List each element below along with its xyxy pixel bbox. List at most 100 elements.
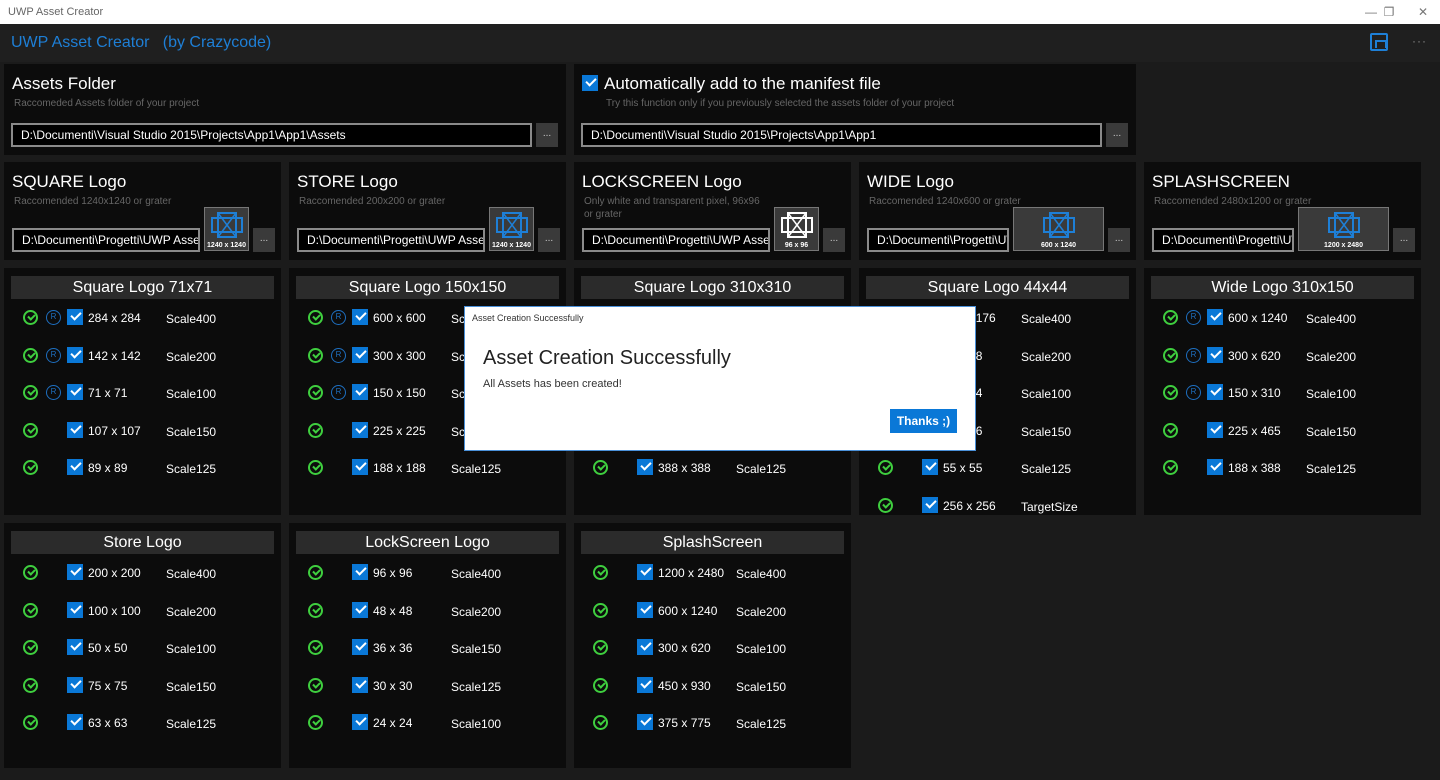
asset-size: 300 x 620 bbox=[658, 641, 711, 655]
asset-group-panel: SplashScreen 1200 x 2480 Scale400 600 x 124… bbox=[574, 523, 851, 768]
asset-checkbox[interactable] bbox=[922, 496, 938, 513]
asset-checkbox[interactable] bbox=[637, 601, 653, 618]
asset-checkbox[interactable] bbox=[67, 714, 83, 730]
assets-folder-input[interactable]: D:\Documenti\Visual Studio 2015\Projects… bbox=[11, 123, 532, 147]
source-panel: WIDE Logo Raccomended 1240x600 or grater D… bbox=[859, 162, 1136, 260]
asset-group-panel: LockScreen Logo 96 x 96 Scale400 48 x 48 Sca… bbox=[289, 523, 566, 768]
asset-checkbox[interactable] bbox=[352, 421, 368, 438]
asset-checkbox[interactable] bbox=[352, 639, 368, 655]
asset-scale: Scale150 bbox=[736, 679, 787, 694]
close-button[interactable]: ✕ bbox=[1400, 0, 1440, 24]
asset-checkbox[interactable] bbox=[637, 564, 653, 580]
asset-checkbox[interactable] bbox=[67, 601, 83, 618]
asset-checkbox[interactable] bbox=[67, 564, 83, 580]
asset-scale: Scale100 bbox=[166, 642, 217, 656]
manifest-path-input[interactable]: D:\Documenti\Visual Studio 2015\Projects… bbox=[581, 123, 1102, 147]
manifest-browse-button[interactable]: ... bbox=[1106, 123, 1128, 147]
asset-checkbox[interactable] bbox=[67, 459, 83, 475]
asset-row: 75 x 75 Scale150 bbox=[4, 676, 281, 696]
source-browse-button[interactable]: ... bbox=[253, 228, 275, 252]
asset-checkbox[interactable] bbox=[922, 459, 938, 475]
asset-group-title: Square Logo 44x44 bbox=[866, 276, 1129, 299]
source-browse-button[interactable]: ... bbox=[1108, 228, 1130, 252]
check-circle-icon bbox=[1163, 347, 1178, 363]
asset-checkbox[interactable] bbox=[67, 346, 83, 363]
assets-folder-title: Assets Folder bbox=[12, 74, 116, 93]
check-circle-icon bbox=[23, 677, 38, 693]
required-icon: R bbox=[1186, 347, 1201, 363]
required-icon: R bbox=[1186, 310, 1201, 325]
asset-row: 200 x 200 Scale400 bbox=[4, 563, 281, 583]
source-thumbnail[interactable]: 1240 x 1240 bbox=[204, 207, 249, 251]
manifest-checkbox[interactable] bbox=[582, 75, 598, 91]
asset-checkbox[interactable] bbox=[637, 714, 653, 730]
required-icon: R bbox=[46, 310, 61, 325]
more-button[interactable]: ··· bbox=[1412, 34, 1427, 48]
asset-scale: Scale100 bbox=[166, 387, 217, 401]
asset-size: 600 x 1240 bbox=[1228, 311, 1288, 325]
asset-checkbox[interactable] bbox=[67, 309, 83, 325]
source-subtitle: Raccomended 200x200 or grater bbox=[299, 196, 446, 207]
source-browse-button[interactable]: ... bbox=[538, 228, 560, 252]
asset-checkbox[interactable] bbox=[67, 639, 83, 655]
asset-checkbox[interactable] bbox=[352, 601, 368, 618]
check-circle-icon bbox=[308, 310, 323, 325]
asset-checkbox[interactable] bbox=[1207, 346, 1223, 363]
asset-scale: Scale125 bbox=[736, 462, 787, 476]
source-thumbnail[interactable]: 1200 x 2480 bbox=[1298, 207, 1389, 251]
source-subtitle: Only white and transparent pixel, 96x96 … bbox=[584, 196, 760, 220]
assets-folder-subtitle: Raccomeded Assets folder of your project bbox=[14, 98, 200, 109]
asset-checkbox[interactable] bbox=[67, 384, 83, 400]
check-circle-icon bbox=[308, 715, 323, 730]
asset-checkbox[interactable] bbox=[352, 714, 368, 730]
asset-checkbox[interactable] bbox=[352, 676, 368, 693]
asset-checkbox[interactable] bbox=[352, 384, 368, 400]
asset-scale: Scale200 bbox=[736, 604, 787, 619]
source-browse-button[interactable]: ... bbox=[823, 228, 845, 252]
asset-checkbox[interactable] bbox=[352, 346, 368, 363]
asset-checkbox[interactable] bbox=[67, 421, 83, 438]
check-circle-icon bbox=[1163, 460, 1178, 475]
source-path-input[interactable]: D:\Documenti\Progetti\UWP Asset Creator bbox=[297, 228, 485, 252]
source-browse-button[interactable]: ... bbox=[1393, 228, 1415, 252]
source-path-input[interactable]: D:\Documenti\Progetti\UWP Asset Creator bbox=[12, 228, 200, 252]
asset-scale: Scale200 bbox=[1021, 349, 1072, 364]
asset-group-title: Store Logo bbox=[11, 531, 274, 554]
asset-checkbox[interactable] bbox=[352, 459, 368, 475]
asset-row: 375 x 775 Scale125 bbox=[574, 713, 851, 733]
assets-folder-browse-button[interactable]: ... bbox=[536, 123, 558, 147]
asset-scale: Scale400 bbox=[1306, 312, 1357, 326]
asset-checkbox[interactable] bbox=[637, 676, 653, 693]
save-icon[interactable] bbox=[1370, 33, 1388, 51]
asset-checkbox[interactable] bbox=[637, 639, 653, 655]
source-thumbnail[interactable]: 96 x 96 bbox=[774, 207, 819, 251]
asset-row: R 150 x 310 Scale100 bbox=[1144, 383, 1421, 403]
asset-scale: Scale125 bbox=[736, 717, 787, 731]
asset-checkbox[interactable] bbox=[1207, 459, 1223, 475]
source-path-input[interactable]: D:\Documenti\Progetti\UWP Asset Creator bbox=[1152, 228, 1294, 252]
source-path-input[interactable]: D:\Documenti\Progetti\UWP Asset Creator bbox=[582, 228, 770, 252]
manifest-subtitle: Try this function only if you previously… bbox=[606, 98, 955, 109]
check-circle-icon bbox=[23, 310, 38, 325]
check-circle-icon bbox=[23, 602, 38, 618]
source-path-input[interactable]: D:\Documenti\Progetti\UWP Asset Creator bbox=[867, 228, 1009, 252]
asset-checkbox[interactable] bbox=[352, 309, 368, 325]
asset-checkbox[interactable] bbox=[637, 459, 653, 475]
source-title: LOCKSCREEN Logo bbox=[582, 172, 742, 191]
asset-size: 30 x 30 bbox=[373, 678, 413, 693]
check-circle-icon bbox=[23, 640, 38, 655]
asset-scale: Scale125 bbox=[1306, 462, 1357, 476]
thanks-button[interactable]: Thanks ;) bbox=[890, 409, 957, 433]
asset-checkbox[interactable] bbox=[1207, 421, 1223, 438]
asset-checkbox[interactable] bbox=[67, 676, 83, 693]
check-circle-icon bbox=[1163, 310, 1178, 325]
asset-size: 96 x 96 bbox=[373, 566, 413, 580]
asset-checkbox[interactable] bbox=[352, 564, 368, 580]
source-thumbnail[interactable]: 600 x 1240 bbox=[1013, 207, 1104, 251]
window-titlebar: UWP Asset Creator bbox=[0, 0, 1440, 24]
asset-checkbox[interactable] bbox=[1207, 384, 1223, 400]
source-thumbnail[interactable]: 1240 x 1240 bbox=[489, 207, 534, 251]
asset-scale: Scale100 bbox=[1021, 387, 1072, 401]
asset-row: 300 x 620 Scale100 bbox=[574, 638, 851, 658]
asset-checkbox[interactable] bbox=[1207, 309, 1223, 325]
